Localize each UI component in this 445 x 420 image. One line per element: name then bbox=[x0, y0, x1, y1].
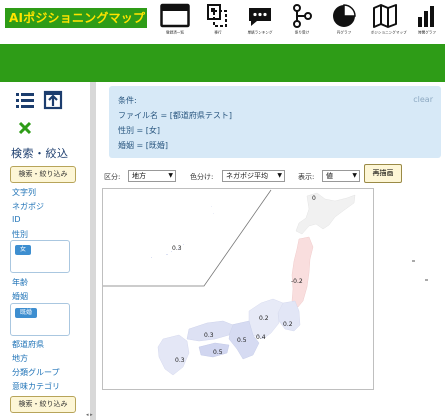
conditions-panel: 条件: ファイル名 = [都道府県テスト] 性別 = [女] 婚姻 = [既婚]… bbox=[109, 86, 441, 158]
chevron-down-icon: ▼ bbox=[277, 172, 282, 179]
map-value-shikoku: 0.5 bbox=[213, 349, 223, 356]
map-marker bbox=[425, 279, 428, 281]
filter-button-bottom[interactable]: 検索・絞り込み bbox=[10, 396, 76, 413]
condition-marital: 婚姻 = [既婚] bbox=[118, 141, 169, 150]
region-hokkaido[interactable] bbox=[295, 192, 356, 235]
map-value-kinki: 0.5 bbox=[237, 337, 247, 344]
bar-chart-icon bbox=[418, 6, 434, 27]
filter-link-text[interactable]: 文字列 bbox=[12, 187, 36, 198]
export-icon[interactable] bbox=[43, 90, 63, 110]
nav-dependency[interactable]: 係り受け bbox=[285, 3, 319, 43]
nav-positioning-map[interactable]: ポジショニングマップ bbox=[369, 3, 407, 43]
filter-link-age[interactable]: 年齢 bbox=[12, 277, 28, 288]
inset-divider bbox=[103, 189, 272, 287]
kubun-label: 区分: bbox=[104, 173, 121, 181]
nav-move[interactable]: 移行 bbox=[201, 3, 235, 43]
nav-label: 円グラフ bbox=[336, 30, 352, 35]
close-icon[interactable] bbox=[17, 120, 33, 136]
list-icon[interactable] bbox=[15, 91, 35, 109]
region-kyushu[interactable] bbox=[157, 334, 190, 376]
redraw-button[interactable]: 再描画 bbox=[364, 164, 402, 183]
chevron-down-icon: ▼ bbox=[352, 172, 357, 179]
condition-file: ファイル名 = [都道府県テスト] bbox=[118, 111, 233, 120]
app-root: AIポジショニングマップ 登録済一覧 移行 単語ランキング 係り受け 円グラフ … bbox=[0, 0, 445, 420]
map-value-chubu: 0.4 bbox=[256, 334, 266, 341]
color-select[interactable]: ネガポジ平均 ▼ bbox=[222, 170, 285, 182]
clear-link[interactable]: clear bbox=[413, 95, 433, 104]
condition-gender: 性別 = [女] bbox=[118, 126, 161, 135]
copy-icon bbox=[207, 4, 227, 27]
filter-link-prefecture[interactable]: 都道府県 bbox=[12, 339, 44, 350]
filter-link-negapoji[interactable]: ネガポジ bbox=[12, 201, 44, 212]
header: AIポジショニングマップ 登録済一覧 移行 単語ランキング 係り受け 円グラフ … bbox=[0, 0, 445, 44]
map-value-chugoku: 0.3 bbox=[204, 332, 214, 339]
map-marker bbox=[412, 260, 415, 262]
filter-link-gender[interactable]: 性別 bbox=[12, 229, 28, 240]
green-banner bbox=[0, 44, 445, 82]
nav-time-graph[interactable]: 時間グラフ bbox=[410, 3, 444, 43]
nav-label: 単語ランキング bbox=[247, 30, 273, 35]
kubun-select[interactable]: 地方 ▼ bbox=[128, 170, 176, 182]
marital-tag[interactable]: 既婚 bbox=[15, 308, 38, 318]
map-value-okinawa: 0.3 bbox=[172, 245, 182, 252]
display-select[interactable]: 値 ▼ bbox=[322, 170, 360, 182]
chevron-down-icon: ▼ bbox=[168, 172, 173, 179]
nav-label: 移行 bbox=[214, 30, 222, 35]
sidebar-title: 検索・絞込 bbox=[11, 147, 69, 160]
filter-link-marital[interactable]: 婚姻 bbox=[12, 291, 28, 302]
filter-link-group[interactable]: 分類グループ bbox=[12, 367, 60, 378]
map-value-kanto: 0.2 bbox=[283, 321, 293, 328]
map-value-hokuriku: 0.2 bbox=[259, 315, 269, 322]
map-value-hokkaido: 0 bbox=[312, 195, 316, 202]
nav-label: ポジショニングマップ bbox=[370, 30, 407, 35]
app-logo[interactable]: AIポジショニングマップ bbox=[5, 8, 147, 28]
nav-label: 登録済一覧 bbox=[166, 30, 184, 35]
nav-pie-chart[interactable]: 円グラフ bbox=[327, 3, 361, 43]
marital-tag-box[interactable]: 既婚 bbox=[10, 303, 70, 336]
color-value: ネガポジ平均 bbox=[226, 172, 268, 180]
nav-registered-list[interactable]: 登録済一覧 bbox=[158, 3, 192, 43]
nav-label: 係り受け bbox=[294, 30, 310, 35]
gender-tag[interactable]: 女 bbox=[15, 245, 32, 255]
filter-button-top[interactable]: 検索・絞り込み bbox=[10, 166, 76, 183]
japan-map bbox=[103, 189, 356, 376]
display-value: 値 bbox=[326, 172, 333, 180]
color-label: 色分け: bbox=[190, 173, 214, 181]
pie-chart-icon bbox=[333, 4, 356, 27]
nav-label: 時間グラフ bbox=[418, 30, 436, 35]
kubun-value: 地方 bbox=[132, 172, 146, 180]
display-label: 表示: bbox=[298, 173, 315, 181]
map-panel: 0 0.3 -0.2 0.2 0.2 0.3 0.5 0.4 0.5 0.3 bbox=[102, 188, 374, 390]
map-icon bbox=[373, 4, 397, 28]
window-icon bbox=[160, 3, 190, 28]
ogasawara-islands bbox=[211, 206, 214, 214]
conditions-heading: 条件: bbox=[118, 96, 137, 105]
filter-link-category[interactable]: 意味カテゴリ bbox=[12, 381, 60, 392]
region-tohoku[interactable] bbox=[291, 236, 314, 308]
scroll-arrows[interactable]: ◂ ▸ bbox=[86, 412, 93, 418]
filter-link-id[interactable]: ID bbox=[12, 215, 21, 224]
sidebar-scrollbar[interactable] bbox=[90, 82, 96, 420]
chat-bubble-icon bbox=[249, 8, 271, 26]
map-value-kyushu: 0.3 bbox=[175, 357, 185, 364]
filter-link-region[interactable]: 地方 bbox=[12, 353, 28, 364]
map-value-tohoku: -0.2 bbox=[291, 278, 303, 285]
gender-tag-box[interactable]: 女 bbox=[10, 240, 70, 273]
nav-word-ranking[interactable]: 単語ランキング bbox=[243, 3, 277, 43]
dependency-tree-icon bbox=[293, 4, 312, 28]
